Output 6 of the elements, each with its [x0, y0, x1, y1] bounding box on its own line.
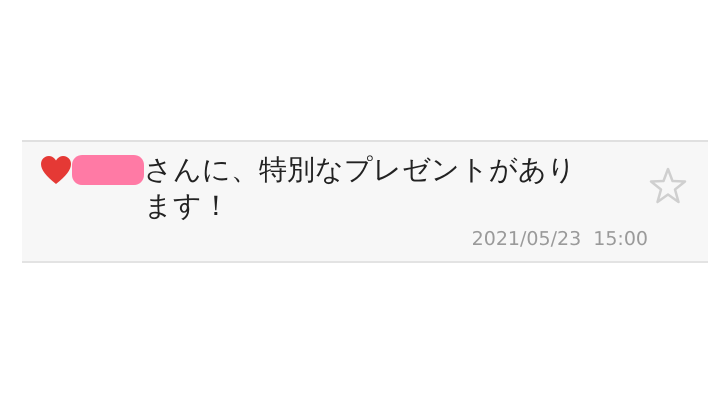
star-icon[interactable] — [648, 166, 688, 206]
redaction-mark — [72, 155, 144, 185]
heart-icon — [40, 155, 72, 185]
message-card[interactable]: さんに、特別なプレゼントがあります！ 2021/05/23 15:00 — [22, 140, 708, 264]
message-text: さんに、特別なプレゼントがあります！ — [144, 152, 577, 224]
timestamp: 2021/05/23 15:00 — [472, 226, 648, 252]
